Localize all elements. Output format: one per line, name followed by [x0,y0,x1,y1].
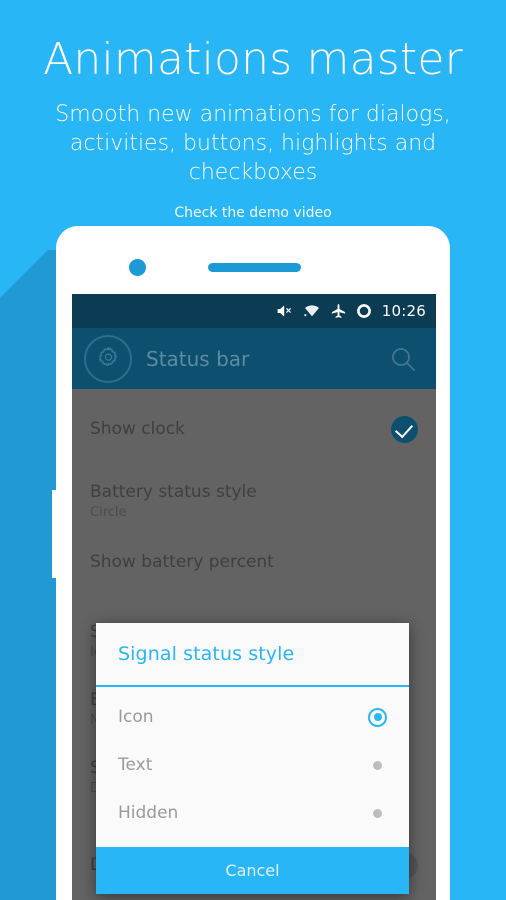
dialog-title: Signal status style [118,643,295,665]
promo-subtitle-line-2: activities, buttons, highlights and chec… [69,131,437,186]
power-button[interactable] [52,490,60,578]
list-item[interactable]: Show battery percent [72,551,436,595]
promo-subtitle-line-1: Smooth new animations for dialogs, [55,102,451,128]
radio-option-icon[interactable]: Icon [96,693,409,741]
promo-note: Check the demo video [174,205,332,222]
wifi-icon [303,303,321,319]
list-item[interactable]: Battery status style Circle [72,481,436,525]
list-item-summary: Circle [90,504,127,520]
airplane-mode-icon [330,303,347,320]
promo-screenshot: Animations master Smooth new animations … [0,0,506,900]
promo-header: Animations master Smooth new animations … [0,0,506,221]
toolbar-title: Status bar [146,346,250,371]
checkbox-checked[interactable] [391,415,418,443]
dialog-header: Signal status style [96,623,409,685]
device-screen: 10:26 Status bar Show clock Battery stat… [72,294,436,900]
settings-list: Show clock Battery status style Circle S… [72,389,436,900]
cancel-button[interactable]: Cancel [96,847,409,894]
radio-button-unselected[interactable] [373,760,382,770]
radio-option-label: Icon [118,707,154,727]
front-camera-icon [129,259,146,276]
app-toolbar: Status bar [72,328,436,389]
page-title: Animations master [43,34,463,85]
list-item[interactable]: Show clock [72,407,436,451]
list-item-title: Battery status style [90,482,257,502]
phone-mockup: 10:26 Status bar Show clock Battery stat… [52,226,450,900]
radio-button-selected[interactable] [368,707,387,727]
radio-option-label: Hidden [118,803,179,823]
radio-option-hidden[interactable]: Hidden [96,789,409,837]
volume-mute-icon [276,303,294,319]
radio-option-label: Text [118,755,153,775]
promo-subtitle: Smooth new animations for dialogs, activ… [0,84,506,187]
list-item-title: Show battery percent [90,552,274,572]
earpiece-speaker-icon [208,263,301,272]
radio-option-text[interactable]: Text [96,741,409,789]
dialog-options-list: Icon Text Hidden [96,687,409,847]
search-icon[interactable] [388,344,418,374]
list-item-title: Show clock [90,418,185,439]
signal-status-style-dialog: Signal status style Icon Text Hidden Can… [96,623,409,894]
system-status-bar: 10:26 [72,294,436,328]
status-bar-clock: 10:26 [381,302,426,320]
radio-button-unselected[interactable] [373,808,382,818]
gear-icon[interactable] [84,334,132,383]
circle-indicator-icon [356,303,372,319]
